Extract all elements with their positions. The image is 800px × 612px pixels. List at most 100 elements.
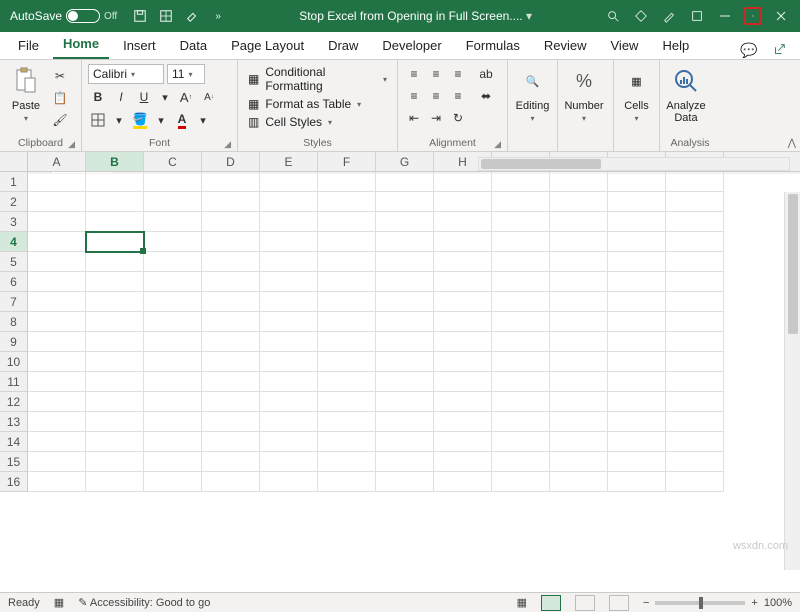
cell[interactable] — [434, 252, 492, 272]
indent-inc-icon[interactable]: ⇥ — [426, 108, 446, 128]
cell[interactable] — [550, 392, 608, 412]
cell[interactable] — [666, 252, 724, 272]
tab-page-layout[interactable]: Page Layout — [221, 32, 314, 59]
cell[interactable] — [202, 212, 260, 232]
cell[interactable] — [492, 272, 550, 292]
cell[interactable] — [666, 412, 724, 432]
cell[interactable] — [608, 452, 666, 472]
cell[interactable] — [376, 232, 434, 252]
cell[interactable] — [492, 352, 550, 372]
cell[interactable] — [144, 452, 202, 472]
cell[interactable] — [86, 292, 144, 312]
column-header[interactable]: D — [202, 152, 260, 171]
wrap-text-icon[interactable]: ab — [476, 64, 496, 84]
cell[interactable] — [144, 352, 202, 372]
column-header[interactable]: B — [86, 152, 144, 171]
row-header[interactable]: 12 — [0, 392, 28, 412]
cell[interactable] — [550, 252, 608, 272]
cell[interactable] — [202, 412, 260, 432]
analyze-data-button[interactable]: Analyze Data — [666, 64, 706, 124]
tab-formulas[interactable]: Formulas — [456, 32, 530, 59]
cell[interactable] — [492, 292, 550, 312]
cell[interactable] — [434, 372, 492, 392]
cell[interactable] — [376, 172, 434, 192]
cell[interactable] — [202, 432, 260, 452]
italic-button[interactable]: I — [111, 87, 131, 107]
cell[interactable] — [86, 352, 144, 372]
cell[interactable] — [550, 432, 608, 452]
cell[interactable] — [202, 352, 260, 372]
cell[interactable] — [260, 392, 318, 412]
format-as-table-button[interactable]: ▦Format as Table ▾ — [244, 96, 391, 112]
cut-icon[interactable]: ✂ — [50, 66, 70, 86]
cell[interactable] — [608, 412, 666, 432]
cell[interactable] — [318, 452, 376, 472]
cell[interactable] — [260, 332, 318, 352]
cell[interactable] — [318, 272, 376, 292]
cell[interactable] — [86, 232, 144, 252]
cell[interactable] — [260, 352, 318, 372]
cell[interactable] — [550, 232, 608, 252]
orientation-icon[interactable]: ↻ — [448, 108, 468, 128]
font-name-combo[interactable]: Calibri▾ — [88, 64, 164, 84]
cells-button[interactable]: ▦Cells▾ — [620, 64, 653, 123]
cell[interactable] — [202, 172, 260, 192]
cell[interactable] — [376, 292, 434, 312]
cell[interactable] — [666, 332, 724, 352]
vertical-scrollbar[interactable] — [784, 192, 800, 570]
cell[interactable] — [492, 232, 550, 252]
zoom-level[interactable]: 100% — [764, 597, 792, 609]
cell[interactable] — [608, 312, 666, 332]
cell[interactable] — [492, 452, 550, 472]
cell[interactable] — [608, 472, 666, 492]
row-header[interactable]: 15 — [0, 452, 28, 472]
row-header[interactable]: 5 — [0, 252, 28, 272]
cell[interactable] — [202, 232, 260, 252]
zoom-slider[interactable] — [655, 601, 745, 605]
cell[interactable] — [318, 172, 376, 192]
cell[interactable] — [550, 332, 608, 352]
cell[interactable] — [144, 332, 202, 352]
cell[interactable] — [202, 292, 260, 312]
cell[interactable] — [434, 452, 492, 472]
row-header[interactable]: 13 — [0, 412, 28, 432]
page-layout-view-button[interactable] — [575, 595, 595, 611]
cell[interactable] — [260, 452, 318, 472]
cell[interactable] — [144, 392, 202, 412]
align-right-icon[interactable]: ≡ — [448, 86, 468, 106]
format-painter-icon[interactable]: 🖌 — [50, 110, 70, 130]
cell[interactable] — [144, 372, 202, 392]
grow-font-icon[interactable]: A↑ — [176, 87, 196, 107]
cell[interactable] — [492, 312, 550, 332]
row-header[interactable]: 16 — [0, 472, 28, 492]
cell[interactable] — [86, 272, 144, 292]
cell[interactable] — [86, 212, 144, 232]
cell[interactable] — [28, 372, 86, 392]
cell[interactable] — [666, 472, 724, 492]
cell[interactable] — [318, 472, 376, 492]
cell[interactable] — [28, 292, 86, 312]
tab-view[interactable]: View — [601, 32, 649, 59]
cell[interactable] — [492, 212, 550, 232]
cell[interactable] — [666, 292, 724, 312]
cell[interactable] — [376, 192, 434, 212]
cell[interactable] — [376, 212, 434, 232]
conditional-formatting-button[interactable]: ▦Conditional Formatting ▾ — [244, 64, 391, 94]
cell[interactable] — [434, 232, 492, 252]
cell[interactable] — [318, 412, 376, 432]
cell[interactable] — [666, 192, 724, 212]
cell[interactable] — [376, 392, 434, 412]
cell[interactable] — [318, 312, 376, 332]
maximize-button[interactable] — [744, 7, 762, 25]
cell[interactable] — [666, 372, 724, 392]
macro-record-icon[interactable]: ▦ — [54, 596, 64, 609]
cell[interactable] — [318, 392, 376, 412]
cell[interactable] — [376, 432, 434, 452]
cell[interactable] — [260, 312, 318, 332]
cell[interactable] — [86, 452, 144, 472]
tab-insert[interactable]: Insert — [113, 32, 166, 59]
accessibility-status[interactable]: ✎ Accessibility: Good to go — [78, 596, 210, 609]
cell[interactable] — [550, 352, 608, 372]
qat-more-icon[interactable]: » — [209, 7, 227, 25]
cell[interactable] — [608, 392, 666, 412]
